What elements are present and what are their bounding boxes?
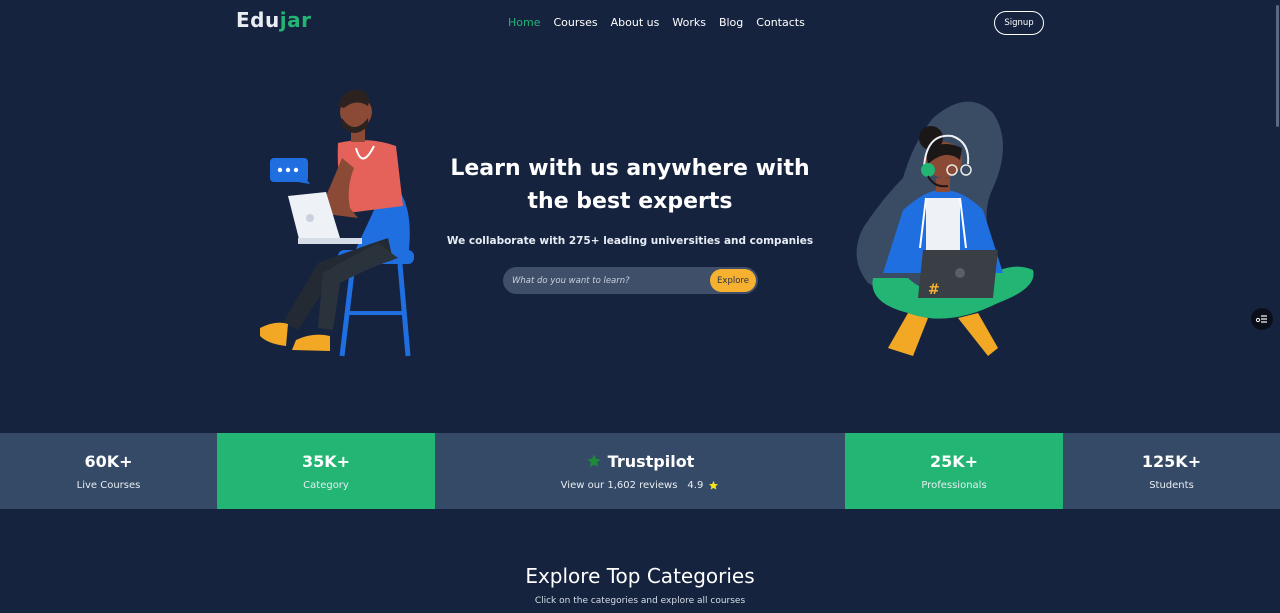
nav-item-about-us[interactable]: About us bbox=[611, 16, 660, 29]
main-menu: Home Courses About us Works Blog Contact… bbox=[508, 16, 805, 29]
stat-live-courses: 60K+ Live Courses bbox=[0, 433, 217, 509]
woman-with-headset-illustration: # bbox=[856, 101, 1034, 356]
stat-value: 60K+ bbox=[84, 451, 133, 471]
brand-logo-part1: Edu bbox=[236, 8, 280, 32]
stat-students: 125K+ Students bbox=[1063, 433, 1280, 509]
stat-professionals: 25K+ Professionals bbox=[845, 433, 1063, 509]
stat-value: 25K+ bbox=[929, 451, 979, 471]
rating-value: 4.9 bbox=[687, 479, 704, 491]
hero-title: Learn with us anywhere with the best exp… bbox=[440, 152, 820, 218]
brand-logo-part2: jar bbox=[279, 8, 312, 32]
svg-text:#: # bbox=[928, 282, 940, 298]
stat-label: Category bbox=[303, 479, 349, 491]
trustpilot-name: Trustpilot bbox=[607, 451, 695, 471]
page-scrollbar[interactable] bbox=[1276, 5, 1279, 127]
nav-item-courses[interactable]: Courses bbox=[553, 16, 597, 29]
stat-label: Live Courses bbox=[76, 479, 141, 491]
stats-bar: 60K+ Live Courses 35K+ Category Trustpil… bbox=[0, 433, 1280, 509]
settings-float-button[interactable] bbox=[1251, 308, 1273, 330]
search-input[interactable] bbox=[512, 273, 702, 288]
categories-title: Explore Top Categories bbox=[525, 564, 755, 588]
course-search-bar: Explore bbox=[503, 267, 758, 294]
stat-category: 35K+ Category bbox=[217, 433, 435, 509]
hero-subtitle: We collaborate with 275+ leading univers… bbox=[446, 235, 814, 247]
man-with-laptop-illustration bbox=[260, 89, 414, 357]
nav-item-contacts[interactable]: Contacts bbox=[756, 16, 805, 29]
categories-subtitle: Click on the categories and explore all … bbox=[534, 596, 746, 606]
filter-list-icon bbox=[1256, 315, 1267, 323]
nav-item-blog[interactable]: Blog bbox=[719, 16, 743, 29]
stat-value: 125K+ bbox=[1141, 451, 1202, 471]
stat-value: 35K+ bbox=[301, 451, 351, 471]
signup-button[interactable]: Signup bbox=[994, 11, 1044, 35]
trustpilot-details: View our 1,602 reviews 4.9 bbox=[561, 480, 720, 491]
stat-label: Students bbox=[1149, 479, 1194, 491]
hero-title-line1: Learn with us anywhere with bbox=[450, 156, 810, 181]
trustpilot-rating: 4.9 bbox=[687, 480, 719, 491]
trustpilot-star-icon bbox=[586, 454, 601, 467]
explore-button[interactable]: Explore bbox=[710, 269, 756, 292]
trustpilot-reviews-link[interactable]: View our 1,602 reviews bbox=[561, 480, 678, 491]
stat-label: Professionals bbox=[921, 479, 987, 491]
hero-title-line2: the best experts bbox=[527, 189, 733, 214]
nav-item-works[interactable]: Works bbox=[672, 16, 706, 29]
brand-logo[interactable]: Edujar bbox=[236, 8, 311, 32]
trustpilot-header: Trustpilot bbox=[586, 451, 695, 471]
trustpilot-card[interactable]: Trustpilot View our 1,602 reviews 4.9 bbox=[435, 433, 845, 509]
nav-item-home[interactable]: Home bbox=[508, 16, 540, 29]
top-navigation: Edujar Home Courses About us Works Blog … bbox=[0, 0, 1280, 44]
star-icon bbox=[709, 480, 719, 490]
